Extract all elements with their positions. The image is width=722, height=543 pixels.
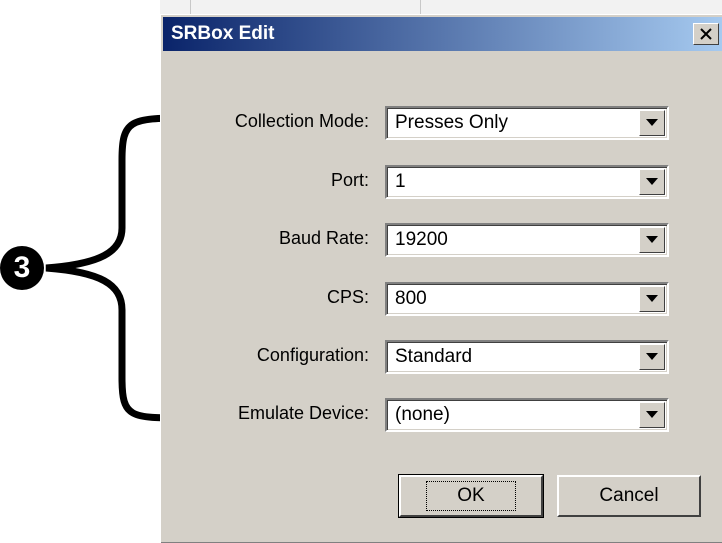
cps-select[interactable]: 800: [385, 282, 669, 316]
dialog-title: SRBox Edit: [171, 23, 275, 44]
configuration-dropdown-button[interactable]: [639, 344, 665, 370]
close-icon: [700, 28, 712, 40]
baud-rate-row: Baud Rate: 19200: [161, 223, 722, 257]
emulate-device-label: Emulate Device:: [237, 403, 369, 423]
port-select[interactable]: 1: [385, 165, 669, 199]
emulate-device-row: Emulate Device: (none): [161, 398, 722, 432]
collection-mode-dropdown-button[interactable]: [639, 110, 665, 136]
baud-rate-value: 19200: [395, 229, 448, 250]
cps-label: CPS:: [326, 287, 369, 307]
port-row: Port: 1: [161, 165, 722, 199]
baud-rate-label: Baud Rate:: [278, 228, 369, 248]
collection-mode-select[interactable]: Presses Only: [385, 106, 669, 140]
configuration-row: Configuration: Standard: [161, 340, 722, 374]
baud-rate-select[interactable]: 19200: [385, 223, 669, 257]
close-button[interactable]: [693, 23, 719, 45]
annotation-marker: 3: [0, 246, 44, 290]
port-label: Port:: [330, 170, 369, 190]
dropdown-arrow-icon: [646, 353, 658, 360]
title-bar[interactable]: SRBox Edit: [163, 17, 722, 51]
dropdown-arrow-icon: [646, 236, 658, 243]
dropdown-arrow-icon: [646, 119, 658, 126]
emulate-device-value: (none): [395, 404, 450, 425]
configuration-value: Standard: [395, 346, 473, 367]
collection-mode-value: Presses Only: [395, 112, 508, 133]
baud-rate-dropdown-button[interactable]: [639, 227, 665, 253]
background-cell: [190, 0, 421, 14]
cps-row: CPS: 800: [161, 282, 722, 316]
dropdown-arrow-icon: [646, 178, 658, 185]
background-window-strip: [160, 0, 722, 15]
cancel-button[interactable]: Cancel: [557, 475, 701, 517]
port-value: 1: [395, 171, 406, 192]
configuration-label: Configuration:: [256, 345, 369, 365]
cps-value: 800: [395, 288, 427, 309]
dropdown-arrow-icon: [646, 411, 658, 418]
collection-mode-label: Collection Mode:: [234, 111, 369, 131]
configuration-select[interactable]: Standard: [385, 340, 669, 374]
cancel-button-label: Cancel: [599, 485, 659, 506]
ok-button[interactable]: OK: [398, 474, 544, 518]
cps-dropdown-button[interactable]: [639, 286, 665, 312]
emulate-device-dropdown-button[interactable]: [639, 402, 665, 428]
srbox-edit-dialog: SRBox Edit Collection Mode: Presses Only…: [160, 14, 722, 543]
collection-mode-row: Collection Mode: Presses Only: [161, 106, 722, 140]
ok-button-label: OK: [426, 481, 516, 511]
emulate-device-select[interactable]: (none): [385, 398, 669, 432]
dropdown-arrow-icon: [646, 295, 658, 302]
port-dropdown-button[interactable]: [639, 169, 665, 195]
